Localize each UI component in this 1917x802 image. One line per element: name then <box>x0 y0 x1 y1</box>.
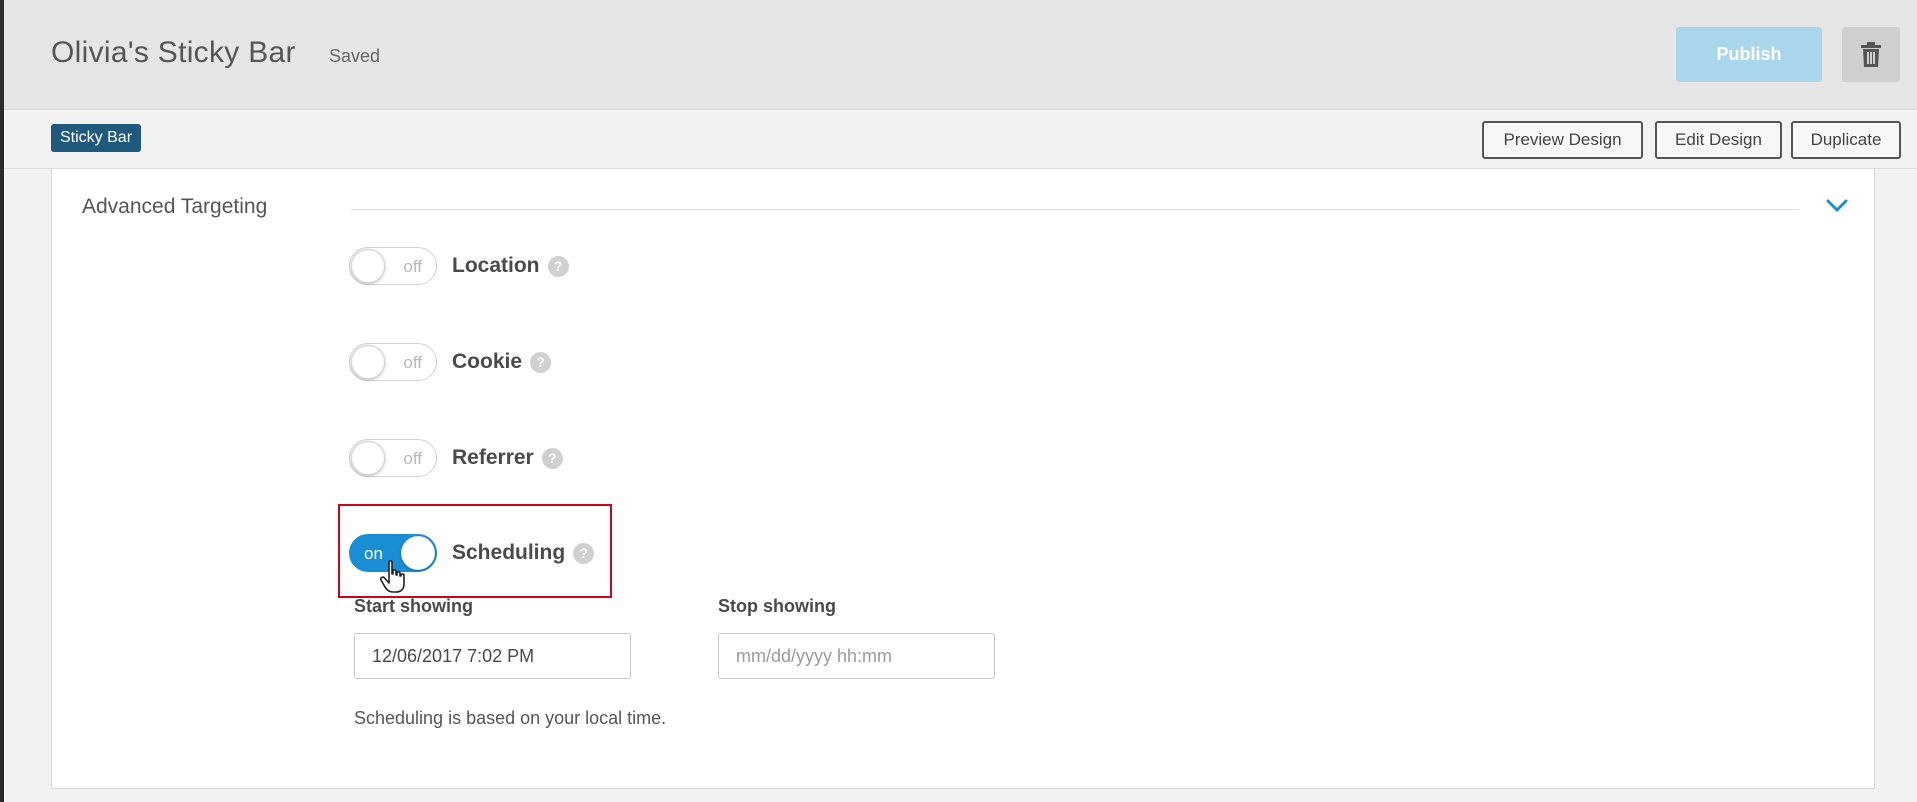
toggle-state: off <box>403 257 422 276</box>
publish-button[interactable]: Publish <box>1676 27 1822 82</box>
page-title: Olivia's Sticky Bar <box>51 36 296 69</box>
start-showing-field[interactable] <box>354 633 631 679</box>
duplicate-button[interactable]: Duplicate <box>1791 121 1901 159</box>
scheduling-label: Scheduling <box>452 541 566 564</box>
cookie-row: off Cookie ? <box>349 342 552 382</box>
preview-design-button[interactable]: Preview Design <box>1482 121 1643 159</box>
section-divider <box>351 209 1799 210</box>
app-frame: Olivia's Sticky Bar Saved Publish Sticky… <box>4 0 1917 802</box>
referrer-label: Referrer <box>452 446 534 469</box>
chevron-down-icon[interactable] <box>1826 199 1848 213</box>
referrer-toggle[interactable]: off <box>349 439 437 477</box>
help-icon[interactable]: ? <box>530 351 552 373</box>
section-title: Advanced Targeting <box>82 195 268 218</box>
advanced-targeting-panel: Advanced Targeting off Location ? off Co… <box>51 169 1875 789</box>
header: Olivia's Sticky Bar Saved Publish <box>4 0 1917 110</box>
location-toggle[interactable]: off <box>349 247 437 285</box>
stop-showing-field[interactable] <box>718 633 995 679</box>
type-badge: Sticky Bar <box>51 124 142 152</box>
toggle-knob <box>351 345 385 379</box>
scheduling-note: Scheduling is based on your local time. <box>354 708 667 728</box>
location-label: Location <box>452 254 540 277</box>
help-icon[interactable]: ? <box>541 447 563 469</box>
start-showing-label: Start showing <box>354 596 474 616</box>
delete-button[interactable] <box>1842 27 1900 82</box>
save-status: Saved <box>329 46 381 66</box>
toggle-knob <box>351 441 385 475</box>
subbar: Sticky Bar Preview Design Edit Design Du… <box>4 111 1917 169</box>
toggle-knob <box>351 249 385 283</box>
toggle-state: off <box>403 449 422 468</box>
help-icon[interactable]: ? <box>547 255 569 277</box>
location-row: off Location ? <box>349 246 569 286</box>
stop-showing-label: Stop showing <box>718 596 836 616</box>
trash-icon <box>1861 41 1881 67</box>
referrer-row: off Referrer ? <box>349 438 563 478</box>
cookie-label: Cookie <box>452 350 523 373</box>
toggle-state: off <box>403 353 422 372</box>
cookie-toggle[interactable]: off <box>349 343 437 381</box>
help-icon[interactable]: ? <box>573 542 595 564</box>
hand-cursor-icon <box>380 560 405 593</box>
edit-design-button[interactable]: Edit Design <box>1655 121 1782 159</box>
